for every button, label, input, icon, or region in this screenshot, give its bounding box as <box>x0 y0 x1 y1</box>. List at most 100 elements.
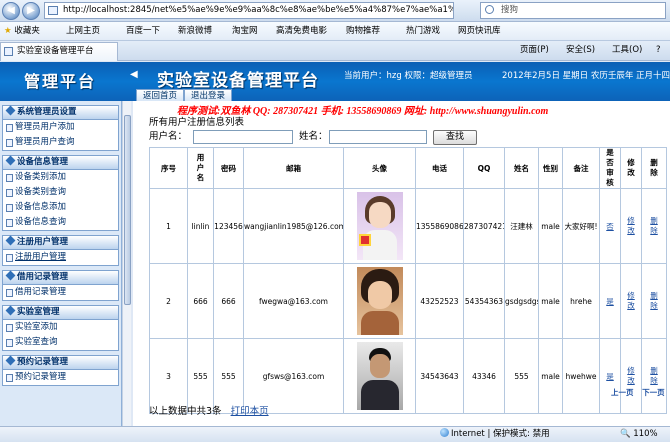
prev-page-link[interactable]: 上一页 <box>611 388 634 397</box>
security-zone: Internet | 保护模式: 禁用 <box>440 427 550 442</box>
gift-icon <box>358 234 371 246</box>
search-input[interactable]: 搜狗 <box>480 2 666 19</box>
column-header: 邮箱 <box>243 147 344 189</box>
app-header: 管理平台 ◀ 实验室设备管理平台 当前用户：hzg 权限：超级管理员 2012年… <box>0 62 670 102</box>
user-table: 序号 用户名 密码 邮箱 头像 电话 QQ 姓名 性别 备注 是否审核 修改 删… <box>149 147 667 414</box>
column-header: 修改 <box>620 147 642 189</box>
table-row: 2 666 666 fwegwa@163.com 43252523 543543… <box>149 263 667 339</box>
favorite-link[interactable]: 网页快讯库 <box>458 22 501 40</box>
page-icon <box>4 47 13 56</box>
sidebar-scrollbar[interactable] <box>122 101 131 426</box>
approve-toggle-link[interactable]: 是 <box>606 372 614 381</box>
sidebar-item[interactable]: 管理员用户查询 <box>3 135 118 150</box>
sidebar-group: 实验室管理 实验室添加 实验室查询 <box>2 305 119 351</box>
cell-sex: male <box>538 188 563 264</box>
next-page-link[interactable]: 下一页 <box>642 388 665 397</box>
cell-delete: 删除 <box>641 263 667 339</box>
diamond-icon <box>5 270 16 281</box>
back-button[interactable]: ◀ <box>2 2 20 20</box>
sidebar-item[interactable]: 管理员用户添加 <box>3 120 118 135</box>
sidebar-group-title[interactable]: 注册用户管理 <box>3 235 118 250</box>
column-header: 删除 <box>641 147 667 189</box>
globe-icon <box>440 428 449 437</box>
cell-edit: 修改 <box>620 263 642 339</box>
status-bar: Internet | 保护模式: 禁用 🔍 110% <box>0 426 670 442</box>
sidebar: 系统管理员设置 管理员用户添加 管理员用户查询 设备信息管理 设备类别添加 设备… <box>0 101 122 426</box>
sidebar-group-title[interactable]: 借用记录管理 <box>3 270 118 285</box>
favorite-link[interactable]: 上网主页 <box>66 22 100 40</box>
sidebar-group: 预约记录管理 预约记录管理 <box>2 355 119 386</box>
favorite-link[interactable]: 百度一下 <box>126 22 160 40</box>
approve-toggle-link[interactable]: 否 <box>606 222 614 231</box>
find-button[interactable]: 查找 <box>433 130 477 145</box>
cell-phone: 13558690869 <box>415 188 464 264</box>
page-menu[interactable]: 页面(P) <box>520 41 549 60</box>
favorite-link[interactable]: 热门游戏 <box>406 22 440 40</box>
cell-qq: 54354363 <box>463 263 505 339</box>
sidebar-group-title[interactable]: 实验室管理 <box>3 305 118 320</box>
sidebar-group-title[interactable]: 系统管理员设置 <box>3 105 118 120</box>
edit-link[interactable]: 修改 <box>627 366 636 386</box>
favorite-link[interactable]: 高清免费电影 <box>276 22 327 40</box>
cell-username: 666 <box>187 263 214 339</box>
safety-menu[interactable]: 安全(S) <box>566 41 595 60</box>
collapse-sidebar-icon[interactable]: ◀ <box>130 69 138 80</box>
column-header: 性别 <box>538 147 563 189</box>
cell-username: linlin <box>187 188 214 264</box>
sidebar-item[interactable]: 设备类别添加 <box>3 170 118 185</box>
sidebar-group-title[interactable]: 预约记录管理 <box>3 355 118 370</box>
cell-avatar <box>343 188 416 264</box>
zoom-level[interactable]: 🔍 110% <box>620 427 658 442</box>
edit-link[interactable]: 修改 <box>627 291 636 311</box>
favorite-link[interactable]: 购物推荐 <box>346 22 380 40</box>
delete-link[interactable]: 删除 <box>650 291 659 311</box>
cell-approved: 是 <box>599 338 621 414</box>
scrollbar-thumb[interactable] <box>124 115 131 305</box>
sidebar-group: 设备信息管理 设备类别添加 设备类别查询 设备信息添加 设备信息查询 <box>2 155 119 231</box>
username-input[interactable] <box>193 130 293 144</box>
edit-link[interactable]: 修改 <box>627 216 636 236</box>
cell-note: hrehe <box>562 263 600 339</box>
diamond-icon <box>5 355 16 366</box>
table-header-row: 序号 用户名 密码 邮箱 头像 电话 QQ 姓名 性别 备注 是否审核 修改 删… <box>149 147 667 189</box>
sidebar-item[interactable]: 实验室添加 <box>3 320 118 335</box>
sidebar-item[interactable]: 借用记录管理 <box>3 285 118 300</box>
sidebar-item[interactable]: 设备信息添加 <box>3 200 118 215</box>
column-header: 序号 <box>149 147 188 189</box>
sidebar-item[interactable]: 实验室查询 <box>3 335 118 350</box>
delete-link[interactable]: 删除 <box>650 216 659 236</box>
cell-note: 大家好啊! <box>562 188 600 264</box>
tools-menu[interactable]: 工具(O) <box>612 41 642 60</box>
favorite-link[interactable]: 新浪微博 <box>178 22 212 40</box>
delete-link[interactable]: 删除 <box>650 366 659 386</box>
column-header: 备注 <box>562 147 600 189</box>
cell-edit: 修改 <box>620 188 642 264</box>
sidebar-group-title[interactable]: 设备信息管理 <box>3 155 118 170</box>
user-info: 当前用户：hzg 权限：超级管理员 <box>344 71 473 81</box>
avatar <box>356 342 403 410</box>
forward-button[interactable]: ▶ <box>22 2 40 20</box>
search-form: 用户名： 姓名： 查找 <box>149 129 664 145</box>
cell-phone: 34543643 <box>415 338 464 414</box>
sidebar-item[interactable]: 设备信息查询 <box>3 215 118 230</box>
approve-toggle-link[interactable]: 是 <box>606 297 614 306</box>
zoom-icon: 🔍 <box>620 429 631 439</box>
name-input[interactable] <box>329 130 427 144</box>
sidebar-group: 系统管理员设置 管理员用户添加 管理员用户查询 <box>2 105 119 151</box>
print-link[interactable]: 打印本页 <box>231 406 269 417</box>
sidebar-item[interactable]: 预约记录管理 <box>3 370 118 385</box>
favorite-link[interactable]: 淘宝网 <box>232 22 258 40</box>
url-text: http://localhost:2845/net%e5%ae%9e%e9%aa… <box>63 5 454 15</box>
tab-bar: 实验室设备管理平台 页面(P) 安全(S) 工具(O) ? <box>0 41 670 61</box>
browser-tab[interactable]: 实验室设备管理平台 <box>0 42 118 61</box>
cell-qq: 43346 <box>463 338 505 414</box>
help-menu[interactable]: ? <box>656 41 661 60</box>
diamond-icon <box>5 305 16 316</box>
favorites-menu[interactable]: ★ 收藏夹 <box>4 22 40 40</box>
column-header: 电话 <box>415 147 464 189</box>
sidebar-item-active[interactable]: 注册用户管理 <box>3 250 118 265</box>
url-input[interactable]: http://localhost:2845/net%e5%ae%9e%e9%aa… <box>44 2 454 19</box>
cell-email: fwegwa@163.com <box>243 263 344 339</box>
cell-approved: 是 <box>599 263 621 339</box>
sidebar-item[interactable]: 设备类别查询 <box>3 185 118 200</box>
